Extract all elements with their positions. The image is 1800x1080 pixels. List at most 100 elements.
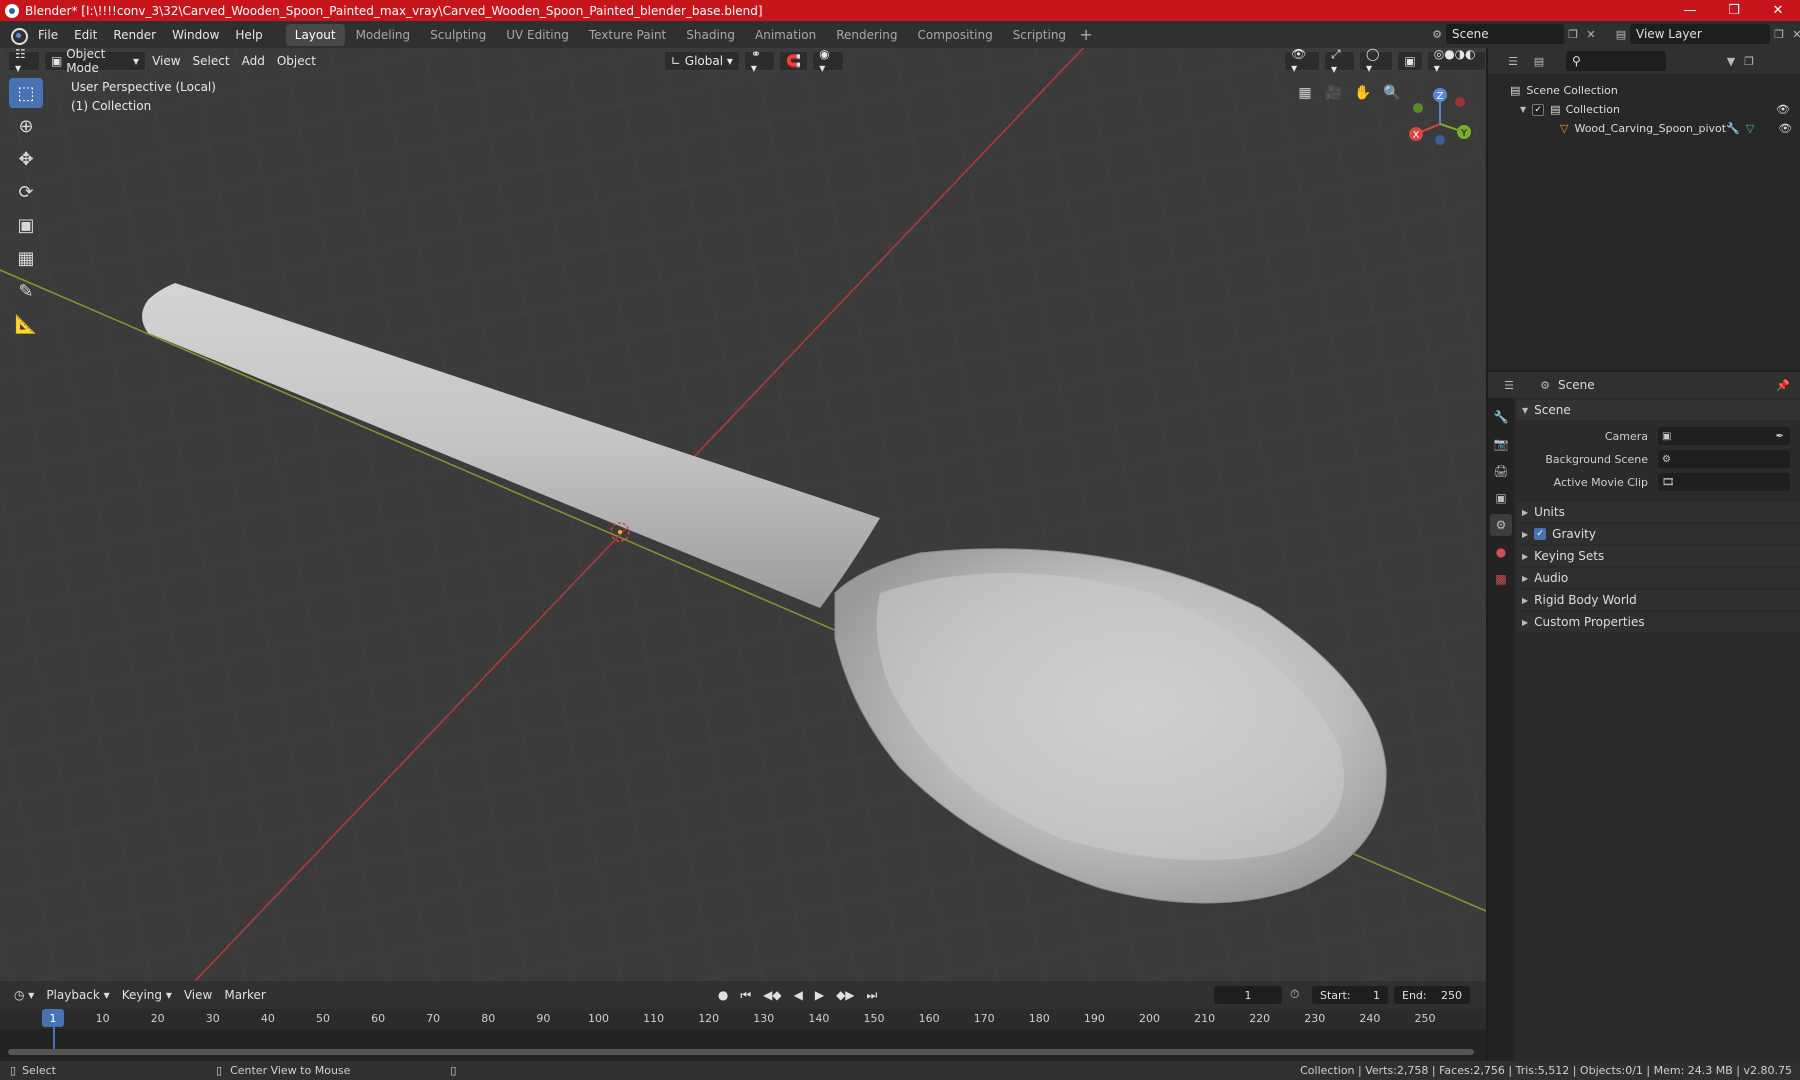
scene-name-field[interactable]: Scene	[1446, 24, 1564, 44]
viewport-menu-view[interactable]: View	[146, 54, 186, 68]
outliner-search-input[interactable]: ⚲	[1566, 51, 1666, 71]
play-reverse-icon[interactable]: ◀	[788, 985, 809, 1005]
collection-eye-icon[interactable]: 👁	[1776, 103, 1790, 116]
tab-modeling[interactable]: Modeling	[347, 24, 420, 46]
3d-viewport[interactable]	[0, 48, 1486, 981]
annotate-tool-icon[interactable]: ✎	[9, 276, 43, 306]
rotate-tool-icon[interactable]: ⟳	[9, 177, 43, 207]
tab-uv-editing[interactable]: UV Editing	[497, 24, 578, 46]
minimize-icon[interactable]: —	[1668, 0, 1712, 21]
move-tool-icon[interactable]: ✥	[9, 144, 43, 174]
render-properties-icon[interactable]: 📷	[1490, 433, 1512, 455]
background-scene-field[interactable]: ⚙	[1658, 450, 1790, 468]
timeline-menu-marker[interactable]: Marker	[218, 985, 271, 1005]
viewport-menu-object[interactable]: Object	[271, 54, 322, 68]
units-panel[interactable]: ▶ Units	[1516, 502, 1800, 522]
transform-tool-icon[interactable]: ▦	[9, 243, 43, 273]
perspective-toggle-icon[interactable]: ▦	[1292, 80, 1318, 106]
timeline-scrollbar[interactable]	[8, 1049, 1474, 1055]
jump-end-icon[interactable]: ⏭	[861, 985, 884, 1005]
viewport-menu-add[interactable]: Add	[236, 54, 271, 68]
editor-type-button[interactable]: ☷ ▾	[8, 47, 41, 75]
tab-animation[interactable]: Animation	[746, 24, 825, 46]
object-eye-icon[interactable]: 👁	[1778, 122, 1792, 135]
zoom-icon[interactable]: 🔍	[1379, 80, 1405, 106]
cursor-tool-icon[interactable]: ⊕	[9, 111, 43, 141]
tab-scripting[interactable]: Scripting	[1004, 24, 1075, 46]
camera-view-icon[interactable]: 🎥	[1321, 80, 1347, 106]
blender-menu-icon[interactable]	[6, 25, 30, 45]
select-box-tool-icon[interactable]: ⬚	[9, 78, 43, 108]
new-collection-icon[interactable]: ❐	[1740, 52, 1758, 70]
gravity-checkbox[interactable]: ✓	[1534, 528, 1547, 540]
modifier-wrench-icon[interactable]: 🔧	[1726, 122, 1740, 135]
add-workspace-icon[interactable]: +	[1076, 25, 1096, 44]
overlay-toggle-button[interactable]: ◯ ▾	[1359, 47, 1394, 75]
menu-edit[interactable]: Edit	[66, 28, 105, 42]
timeline-menu-keying[interactable]: Keying ▾	[116, 985, 178, 1005]
outliner-row-scene-collection[interactable]: ▤ Scene Collection	[1488, 81, 1800, 100]
play-icon[interactable]: ▶	[809, 985, 830, 1005]
texture-properties-icon[interactable]: ▩	[1490, 568, 1512, 590]
custom-properties-panel[interactable]: ▶ Custom Properties	[1516, 612, 1800, 632]
menu-help[interactable]: Help	[227, 28, 270, 42]
filter-icon[interactable]: ▼	[1722, 52, 1740, 70]
current-frame-indicator[interactable]: 1	[42, 1009, 64, 1027]
snap-button[interactable]: 🧲	[779, 51, 809, 71]
pan-hand-icon[interactable]: ✋	[1350, 80, 1376, 106]
transform-orientation-dropdown[interactable]: ∟ Global ▾	[663, 51, 740, 71]
view-layer-properties-icon[interactable]: ▣	[1490, 487, 1512, 509]
rigid-body-world-panel[interactable]: ▶ Rigid Body World	[1516, 590, 1800, 610]
scale-tool-icon[interactable]: ▣	[9, 210, 43, 240]
jump-start-icon[interactable]: ⏮	[734, 985, 757, 1005]
tab-texture-paint[interactable]: Texture Paint	[580, 24, 675, 46]
tab-shading[interactable]: Shading	[677, 24, 744, 46]
menu-window[interactable]: Window	[164, 28, 227, 42]
active-movie-clip-field[interactable]: 🎞	[1658, 473, 1790, 491]
gizmo-neg-x[interactable]	[1455, 97, 1465, 107]
start-frame-field[interactable]: Start: 1	[1312, 986, 1388, 1004]
tab-sculpting[interactable]: Sculpting	[421, 24, 495, 46]
outliner-editor-type-icon[interactable]: ☰	[1504, 52, 1522, 70]
delete-view-layer-icon[interactable]: ✕	[1788, 25, 1800, 43]
menu-render[interactable]: Render	[105, 28, 164, 42]
proportional-editing-button[interactable]: ◉ ▾	[812, 47, 845, 75]
gravity-panel[interactable]: ▶ ✓ Gravity	[1516, 524, 1800, 544]
expand-arrow-icon[interactable]: ▼	[1520, 105, 1526, 114]
viewport-menu-select[interactable]: Select	[187, 54, 236, 68]
scene-panel-header[interactable]: ▼ Scene	[1516, 400, 1800, 420]
new-view-layer-icon[interactable]: ❐	[1770, 25, 1788, 43]
object-mode-dropdown[interactable]: ▣ Object Mode ▾	[44, 47, 147, 75]
next-keyframe-icon[interactable]: ◆▶	[830, 985, 860, 1005]
shading-modes[interactable]: ◎●◑◐ ▾	[1426, 47, 1486, 75]
view-layer-field[interactable]: View Layer	[1630, 24, 1770, 44]
outliner-row-object[interactable]: ▽ Wood_Carving_Spoon_pivot 🔧 ▽ 👁	[1488, 119, 1800, 138]
tab-rendering[interactable]: Rendering	[827, 24, 906, 46]
mesh-data-icon[interactable]: ▽	[1746, 122, 1754, 135]
gizmo-toggle-button[interactable]: ⤢ ▾	[1324, 47, 1356, 76]
gizmo-neg-z[interactable]	[1435, 135, 1445, 145]
collection-exclude-checkbox[interactable]: ✓	[1532, 103, 1545, 116]
eyedropper-icon[interactable]: ✒	[1776, 431, 1784, 442]
scene-tab-icon[interactable]: ⚙	[1490, 514, 1512, 536]
outliner-row-collection[interactable]: ▼ ✓ ▤ Collection 👁	[1488, 100, 1800, 119]
timeline-menu-view[interactable]: View	[178, 985, 218, 1005]
pin-icon[interactable]: 📌	[1774, 376, 1792, 394]
tool-properties-icon[interactable]: 🔧	[1490, 406, 1512, 428]
new-scene-icon[interactable]: ❐	[1564, 25, 1582, 43]
keying-sets-panel[interactable]: ▶ Keying Sets	[1516, 546, 1800, 566]
visibility-button[interactable]: 👁 ▾	[1284, 47, 1320, 75]
end-frame-field[interactable]: End: 250	[1394, 986, 1470, 1004]
properties-editor-type-icon[interactable]: ☰	[1500, 376, 1518, 394]
world-properties-icon[interactable]: ●	[1490, 541, 1512, 563]
timeline-menu-playback[interactable]: Playback ▾	[40, 985, 115, 1005]
pivot-point-button[interactable]: ⚭ ▾	[743, 47, 776, 75]
current-frame-field[interactable]: 1	[1214, 986, 1282, 1004]
stopwatch-icon[interactable]: ⏱	[1290, 987, 1299, 1002]
camera-field[interactable]: ▣ ✒	[1658, 427, 1790, 445]
navigation-gizmo[interactable]: Z Y X	[1400, 84, 1490, 154]
tab-compositing[interactable]: Compositing	[908, 24, 1001, 46]
audio-panel[interactable]: ▶ Audio	[1516, 568, 1800, 588]
menu-file[interactable]: File	[30, 28, 66, 42]
gizmo-neg-y[interactable]	[1413, 103, 1423, 113]
